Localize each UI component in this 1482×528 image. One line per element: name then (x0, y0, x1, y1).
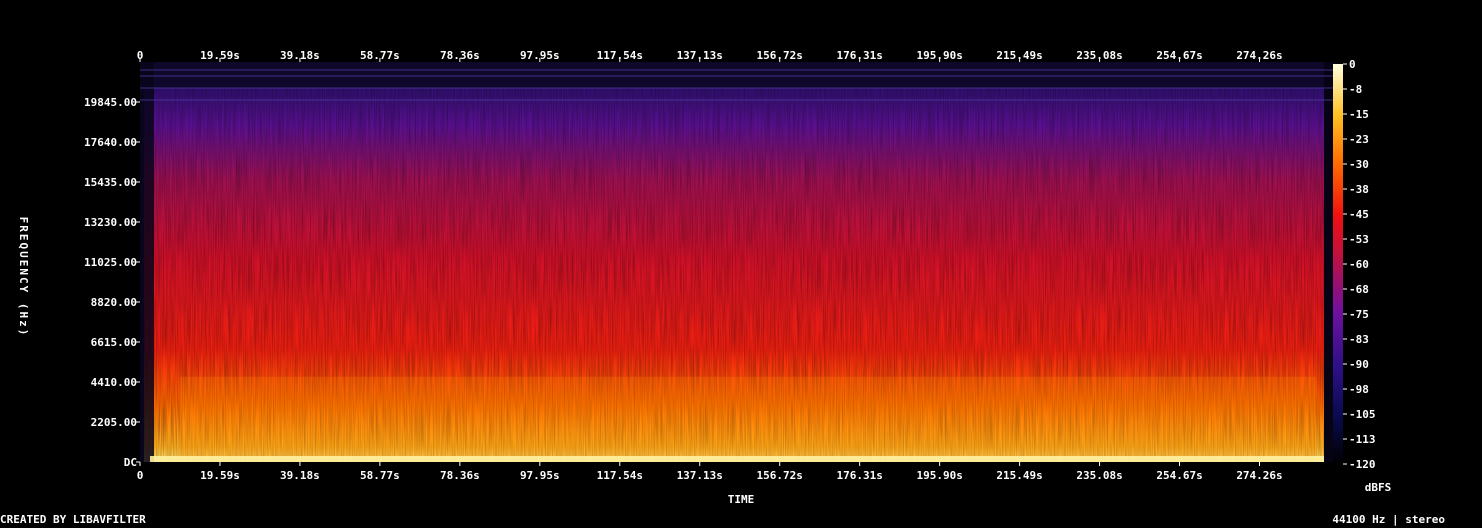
intro-silence (140, 62, 154, 462)
colorbar: 0 -8 -15 -23 -30 -38 -45 -53 -60 -68 -75 -83 -90 -98 -… (1333, 58, 1376, 471)
x-tick-label: 235.08s (1076, 469, 1122, 482)
x-tick-label: 78.36s (440, 49, 480, 62)
x-tick-label: 176.31s (837, 49, 883, 62)
y-axis-label: FREQUENCY (Hz) (17, 217, 30, 338)
colorbar-tick-label: -30 (1349, 158, 1369, 171)
y-tick-label: 19845.00 (84, 96, 137, 109)
x-tick-label: 58.77s (360, 49, 400, 62)
x-tick-label: 137.13s (677, 49, 723, 62)
x-tick-label: 19.59s (200, 49, 240, 62)
x-tick-label: 156.72s (757, 469, 803, 482)
spectrogram-chart: 0 19.59s 39.18s 58.77s 78.36s 97.95s 117.54s 13… (17, 49, 1392, 506)
colorbar-tick-label: -98 (1349, 383, 1369, 396)
colorbar-tick-label: -60 (1349, 258, 1369, 271)
colorbar-label: dBFS (1365, 481, 1392, 494)
x-tick-label: 19.59s (200, 469, 240, 482)
x-tick-label: 0 (137, 469, 144, 482)
x-tick-label: 117.54s (597, 469, 643, 482)
colorbar-tick-label: -113 (1349, 433, 1376, 446)
colorbar-tick-label: 0 (1349, 58, 1356, 71)
x-tick-label: 39.18s (280, 469, 320, 482)
x-tick-label: 117.54s (597, 49, 643, 62)
y-tick-label: DC (124, 456, 137, 469)
x-tick-label: 156.72s (757, 49, 803, 62)
x-tick-label: 58.77s (360, 469, 400, 482)
x-tick-label: 195.90s (916, 469, 962, 482)
x-tick-label: 137.13s (677, 469, 723, 482)
colorbar-tick-label: -83 (1349, 333, 1369, 346)
low-frequency-band (180, 376, 1316, 462)
colorbar-tick-label: -8 (1349, 83, 1362, 96)
x-tick-label: 235.08s (1076, 49, 1122, 62)
colorbar-tick-label: -45 (1349, 208, 1369, 221)
x-axis-bottom: 0 19.59s 39.18s 58.77s 78.36s 97.95s 117.54s 13… (137, 462, 1283, 482)
colorbar-tick-label: -120 (1349, 458, 1376, 471)
y-tick-label: 17640.00 (84, 136, 137, 149)
dc-floor (150, 456, 1324, 462)
x-tick-label: 97.95s (520, 469, 560, 482)
y-tick-label: 13230.00 (84, 216, 137, 229)
y-tick-label: 15435.00 (84, 176, 137, 189)
credit-text: CREATED BY LIBAVFILTER (0, 513, 146, 526)
x-tick-label: 176.31s (837, 469, 883, 482)
x-axis-label: TIME (728, 493, 755, 506)
x-tick-label: 254.67s (1156, 49, 1202, 62)
spectrogram-plot-area (140, 62, 1336, 462)
colorbar-tick-label: -90 (1349, 358, 1369, 371)
x-tick-label: 254.67s (1156, 469, 1202, 482)
colorbar-tick-label: -75 (1349, 308, 1369, 321)
y-tick-label: 8820.00 (91, 296, 137, 309)
x-tick-label: 39.18s (280, 49, 320, 62)
colorbar-tick-label: -38 (1349, 183, 1369, 196)
x-tick-label: 78.36s (440, 469, 480, 482)
x-tick-label: 274.26s (1236, 49, 1282, 62)
format-info: 44100 Hz | stereo (1332, 513, 1445, 526)
x-tick-label: 215.49s (996, 49, 1042, 62)
x-tick-label: 215.49s (996, 469, 1042, 482)
x-tick-label: 195.90s (916, 49, 962, 62)
colorbar-tick-label: -105 (1349, 408, 1376, 421)
y-tick-label: 11025.00 (84, 256, 137, 269)
colorbar-tick-label: -23 (1349, 133, 1369, 146)
x-tick-label: 97.95s (520, 49, 560, 62)
colorbar-tick-label: -15 (1349, 108, 1369, 121)
y-tick-label: 4410.00 (91, 376, 137, 389)
y-tick-label: 2205.00 (91, 416, 137, 429)
x-axis-top: 0 19.59s 39.18s 58.77s 78.36s 97.95s 117.54s 13… (137, 49, 1283, 62)
colorbar-gradient (1333, 64, 1343, 464)
y-tick-label: 6615.00 (91, 336, 137, 349)
colorbar-tick-label: -68 (1349, 283, 1369, 296)
x-tick-label: 0 (137, 49, 144, 62)
x-tick-label: 274.26s (1236, 469, 1282, 482)
colorbar-tick-label: -53 (1349, 233, 1369, 246)
